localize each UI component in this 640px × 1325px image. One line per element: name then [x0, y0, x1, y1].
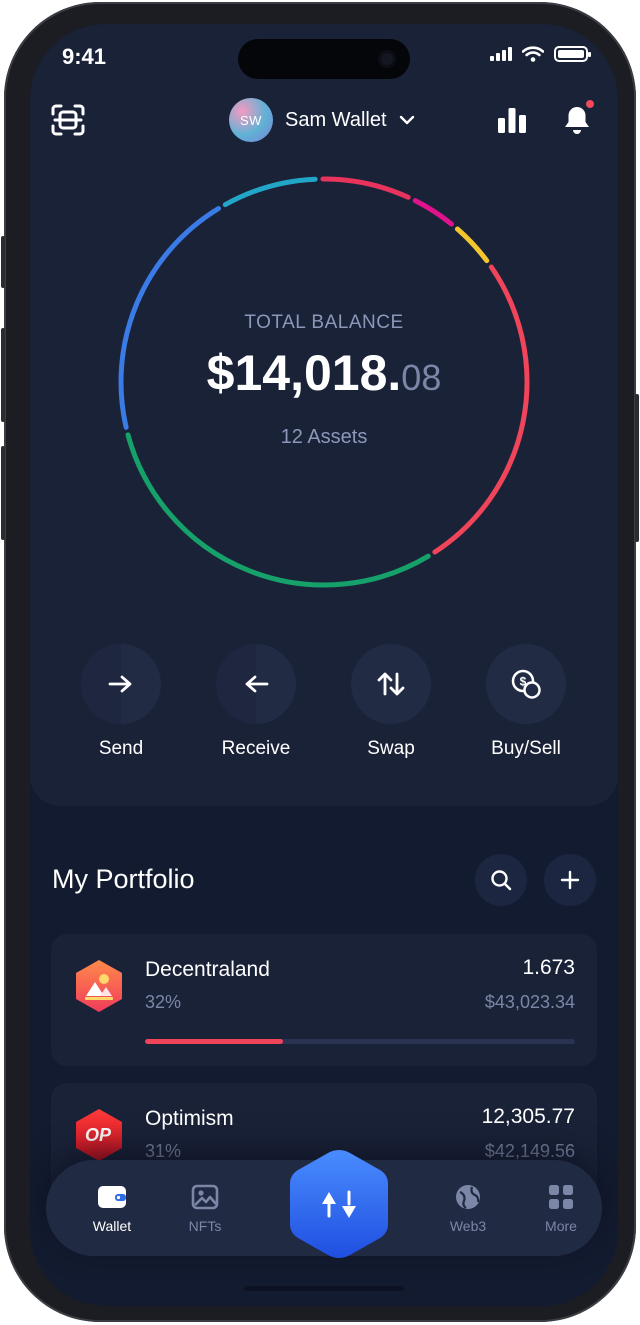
stats-button[interactable]: [496, 104, 528, 136]
ring-segment-3: [412, 198, 454, 227]
plus-icon: [560, 870, 580, 890]
power-button: [635, 394, 639, 542]
asset-value: $43,023.34: [484, 992, 575, 1012]
swap-circle: [351, 644, 431, 724]
battery-icon: [554, 46, 591, 62]
asset-value: $42,149.56: [484, 1141, 575, 1161]
search-button[interactable]: [475, 854, 527, 906]
bottom-tab-bar: Wallet NFTs Web3 More: [46, 1150, 602, 1258]
arrow-left-icon: [245, 675, 269, 693]
trade-hexagon-icon: [290, 1150, 388, 1258]
decentraland-logo-icon: [76, 960, 122, 1012]
tab-wallet[interactable]: Wallet: [72, 1182, 152, 1234]
buy-sell-label: Buy/Sell: [491, 738, 561, 759]
tab-label: Web3: [449, 1218, 487, 1234]
scan-qr-button[interactable]: [50, 102, 86, 138]
svg-text:OP: OP: [85, 1125, 112, 1145]
grid-icon: [549, 1185, 573, 1209]
asset-name: Decentraland: [145, 958, 270, 981]
buy-sell-button[interactable]: $ Buy/Sell: [461, 644, 591, 760]
asset-name: Optimism: [145, 1107, 234, 1130]
bar-chart-icon: [498, 108, 526, 133]
tab-label: NFTs: [188, 1218, 222, 1234]
notification-badge: [584, 98, 596, 110]
ring-segment-1: [222, 176, 318, 208]
ring-segment-6: [125, 432, 431, 588]
swap-label: Swap: [367, 738, 415, 759]
swap-arrows-icon: [377, 672, 405, 696]
optimism-logo-icon: OP: [76, 1109, 122, 1161]
notifications-button[interactable]: [562, 98, 596, 136]
volume-down-button: [1, 446, 5, 540]
scan-icon: [51, 104, 85, 136]
asset-percent: 32%: [145, 992, 182, 1012]
receive-button[interactable]: Receive: [191, 644, 321, 760]
tab-label: More: [545, 1218, 577, 1234]
phone-frame: 9:41 SW Sam Wallet TOTAL BALANCE $14,018…: [1, 2, 639, 1322]
tab-web3[interactable]: Web3: [428, 1182, 508, 1234]
arrow-right-icon: [108, 675, 132, 693]
status-icons: [490, 46, 591, 62]
ring-segment-5: [432, 264, 530, 555]
buy-sell-circle: $: [486, 644, 566, 724]
image-icon: [191, 1184, 219, 1210]
balance-cents: 08: [401, 357, 442, 398]
mute-switch: [1, 236, 5, 288]
chevron-down-icon: [399, 115, 414, 125]
balance-whole: $14,018.: [206, 345, 402, 401]
wallet-name: Sam Wallet: [285, 108, 387, 131]
globe-icon: [456, 1185, 480, 1209]
svg-text:$: $: [520, 675, 527, 689]
assets-count: 12 Assets: [280, 426, 368, 448]
wallet-selector[interactable]: SW Sam Wallet: [229, 98, 415, 142]
home-indicator: [244, 1286, 404, 1291]
search-icon: [491, 870, 512, 891]
tab-label: Wallet: [92, 1218, 132, 1234]
receive-label: Receive: [221, 738, 291, 759]
camera-icon: [378, 50, 396, 68]
total-balance-value: $14,018.08: [30, 344, 618, 402]
tab-nfts[interactable]: NFTs: [165, 1182, 245, 1234]
ring-segment-2: [320, 176, 411, 200]
asset-card-decentraland[interactable]: Decentraland 32% 1.673 $43,023.34: [51, 934, 597, 1066]
trade-button[interactable]: [284, 1146, 394, 1262]
receive-circle: [216, 644, 296, 724]
tab-more[interactable]: More: [521, 1182, 601, 1234]
ring-segment-4: [454, 226, 490, 264]
wifi-icon: [522, 46, 544, 62]
portfolio-title: My Portfolio: [52, 864, 195, 894]
dynamic-island: [238, 39, 410, 79]
total-balance-label: TOTAL BALANCE: [244, 312, 404, 333]
send-label: Send: [98, 738, 144, 759]
status-time: 9:41: [62, 44, 107, 69]
asset-percent: 31%: [145, 1141, 182, 1161]
send-button[interactable]: Send: [56, 644, 186, 760]
swap-button[interactable]: Swap: [326, 644, 456, 760]
dollar-coin-icon: $: [511, 669, 541, 699]
asset-amount: 12,305.77: [481, 1105, 575, 1128]
asset-share-fill: [145, 1039, 283, 1044]
wallet-icon: [98, 1186, 126, 1208]
asset-share-bar: [145, 1039, 575, 1044]
signal-icon: [490, 47, 512, 61]
avatar: SW: [229, 98, 273, 142]
send-circle: [81, 644, 161, 724]
volume-up-button: [1, 328, 5, 422]
app-screen: 9:41 SW Sam Wallet TOTAL BALANCE $14,018…: [30, 24, 618, 1306]
asset-amount: 1.673: [522, 956, 575, 979]
add-asset-button[interactable]: [544, 854, 596, 906]
